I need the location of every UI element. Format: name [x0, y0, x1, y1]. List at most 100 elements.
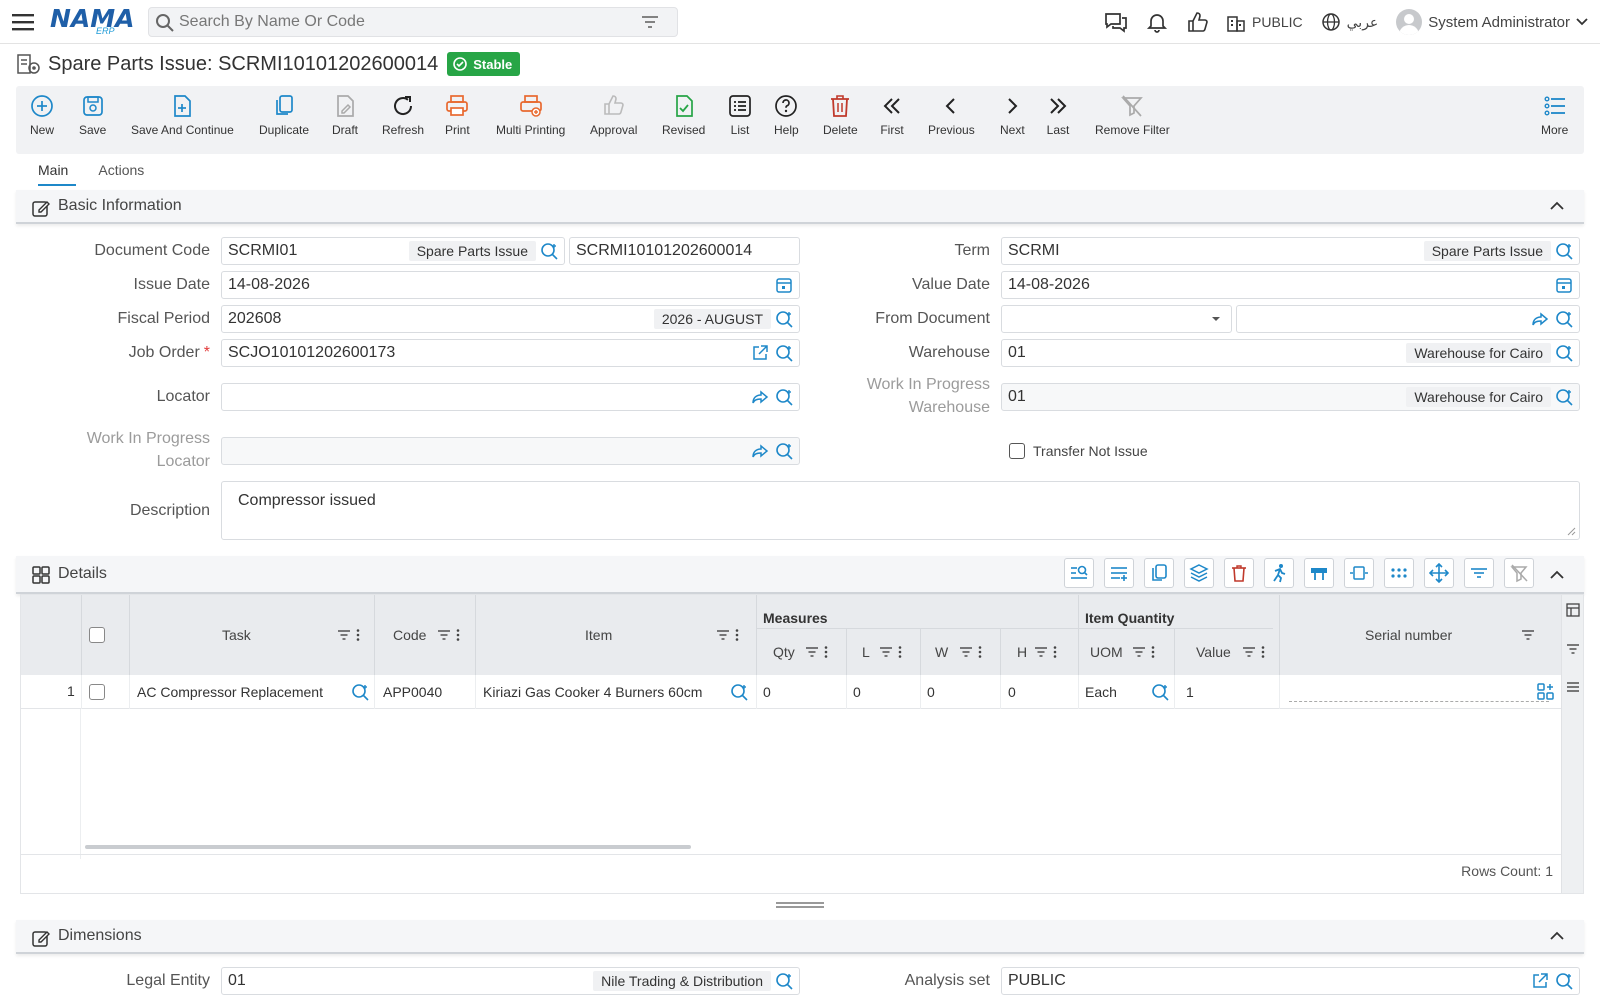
column-header-serial[interactable]: Serial number	[1365, 627, 1452, 643]
multi-printing-button[interactable]: Multi Printing	[496, 94, 565, 137]
column-header-item[interactable]: Item	[585, 627, 612, 643]
locator-field[interactable]	[221, 383, 800, 411]
kebab-menu-icon[interactable]	[897, 645, 903, 659]
share-icon[interactable]	[1531, 310, 1549, 328]
global-search[interactable]	[148, 7, 678, 37]
filter-icon[interactable]	[1242, 645, 1256, 659]
cell-code[interactable]: APP0040	[383, 684, 442, 700]
wip-warehouse-field[interactable]: 01 Warehouse for Cairo	[1001, 383, 1580, 411]
chevron-up-icon[interactable]	[1550, 570, 1564, 580]
kebab-menu-icon[interactable]	[734, 628, 740, 642]
cell-w[interactable]: 0	[927, 684, 935, 700]
cell-l[interactable]: 0	[853, 684, 861, 700]
search-plus-icon[interactable]	[351, 683, 369, 701]
cell-uom[interactable]: Each	[1085, 684, 1117, 700]
row-menu-icon[interactable]	[1566, 680, 1580, 694]
search-plus-icon[interactable]	[1555, 344, 1573, 362]
analysis-set-field[interactable]: PUBLIC	[1001, 967, 1580, 995]
filter-icon[interactable]	[437, 628, 451, 642]
share-icon[interactable]	[751, 442, 769, 460]
filter-icon[interactable]	[959, 645, 973, 659]
filter-icon[interactable]	[805, 645, 819, 659]
fit-columns-button[interactable]	[1344, 558, 1374, 588]
issue-date-field[interactable]: 14-08-2026	[221, 271, 800, 299]
search-plus-icon[interactable]	[775, 442, 793, 460]
cell-value[interactable]: 1	[1186, 684, 1194, 700]
user-menu[interactable]: System Administrator	[1396, 9, 1588, 35]
bell-icon[interactable]	[1146, 11, 1168, 33]
kebab-menu-icon[interactable]	[977, 645, 983, 659]
draft-button[interactable]: Draft	[332, 94, 358, 137]
column-header-qty[interactable]: Qty	[773, 644, 795, 660]
document-code-field[interactable]: SCRMI01 Spare Parts Issue	[221, 237, 565, 265]
external-link-icon[interactable]	[1531, 972, 1549, 990]
filter-icon[interactable]	[716, 628, 730, 642]
previous-button[interactable]: Previous	[928, 94, 975, 137]
grid-search-button[interactable]	[1064, 558, 1094, 588]
clear-filter-button[interactable]	[1504, 558, 1534, 588]
filter-icon[interactable]	[1566, 642, 1580, 656]
legal-entity-field[interactable]: 01 Nile Trading & Distribution	[221, 967, 800, 995]
row-checkbox[interactable]	[89, 684, 105, 700]
save-button[interactable]: Save	[79, 94, 106, 137]
cell-qty[interactable]: 0	[763, 684, 771, 700]
table-row[interactable]: 1 AC Compressor Replacement APP0040 Kiri…	[21, 675, 1561, 709]
resize-splitter[interactable]	[776, 902, 824, 908]
filter-icon[interactable]	[337, 628, 351, 642]
list-button[interactable]: List	[728, 94, 752, 137]
tab-actions[interactable]: Actions	[90, 158, 166, 188]
calendar-icon[interactable]	[1555, 276, 1573, 294]
filter-icon[interactable]	[641, 14, 659, 30]
wip-locator-field[interactable]	[221, 437, 800, 465]
search-plus-icon[interactable]	[1555, 388, 1573, 406]
kebab-menu-icon[interactable]	[823, 645, 829, 659]
kebab-menu-icon[interactable]	[355, 628, 361, 642]
value-date-field[interactable]: 14-08-2026	[1001, 271, 1580, 299]
document-number-field[interactable]: SCRMI10101202600014	[569, 237, 800, 265]
language-selector[interactable]: عربي	[1321, 12, 1378, 32]
column-header-w[interactable]: W	[935, 644, 948, 660]
description-textarea[interactable]: Compressor issued	[221, 481, 1580, 540]
search-plus-icon[interactable]	[540, 242, 558, 260]
first-button[interactable]: First	[880, 94, 904, 137]
filter-icon[interactable]	[879, 645, 893, 659]
cell-serial[interactable]	[1289, 701, 1549, 702]
filter-button[interactable]	[1464, 558, 1494, 588]
new-button[interactable]: New	[30, 94, 54, 137]
refresh-button[interactable]: Refresh	[382, 94, 424, 137]
duplicate-button[interactable]: Duplicate	[259, 94, 309, 137]
column-header-l[interactable]: L	[862, 644, 870, 660]
job-order-field[interactable]: SCJO10101202600173	[221, 339, 800, 367]
dots-button[interactable]	[1384, 558, 1414, 588]
menu-icon[interactable]	[12, 12, 34, 32]
company-selector[interactable]: PUBLIC	[1226, 12, 1303, 32]
warehouse-field[interactable]: 01 Warehouse for Cairo	[1001, 339, 1580, 367]
approval-button[interactable]: Approval	[590, 94, 637, 137]
column-header-value[interactable]: Value	[1196, 644, 1231, 660]
remove-filter-button[interactable]: Remove Filter	[1095, 94, 1170, 137]
horizontal-scrollbar[interactable]	[85, 845, 691, 849]
delete-button[interactable]: Delete	[823, 94, 858, 137]
chevron-up-icon[interactable]	[1550, 931, 1564, 941]
basic-information-header[interactable]: Basic Information	[16, 190, 1584, 224]
from-document-field[interactable]	[1236, 305, 1580, 333]
run-button[interactable]	[1264, 558, 1294, 588]
column-header-code[interactable]: Code	[393, 627, 426, 643]
search-plus-icon[interactable]	[1555, 972, 1573, 990]
fiscal-period-field[interactable]: 202608 2026 - AUGUST	[221, 305, 800, 333]
kebab-menu-icon[interactable]	[1260, 645, 1266, 659]
kebab-menu-icon[interactable]	[455, 628, 461, 642]
transfer-not-issue-checkbox[interactable]	[1009, 443, 1025, 459]
resize-handle-icon[interactable]	[1567, 527, 1576, 536]
chat-icon[interactable]	[1104, 11, 1128, 33]
dimensions-header[interactable]: Dimensions	[16, 920, 1584, 954]
search-plus-icon[interactable]	[1555, 242, 1573, 260]
table-settings-button[interactable]	[1304, 558, 1334, 588]
copy-row-button[interactable]	[1144, 558, 1174, 588]
next-button[interactable]: Next	[1000, 94, 1025, 137]
apps-add-icon[interactable]	[1536, 682, 1556, 702]
help-button[interactable]: Help	[774, 94, 799, 137]
cell-h[interactable]: 0	[1008, 684, 1016, 700]
delete-row-button[interactable]	[1224, 558, 1254, 588]
column-header-task[interactable]: Task	[222, 627, 251, 643]
